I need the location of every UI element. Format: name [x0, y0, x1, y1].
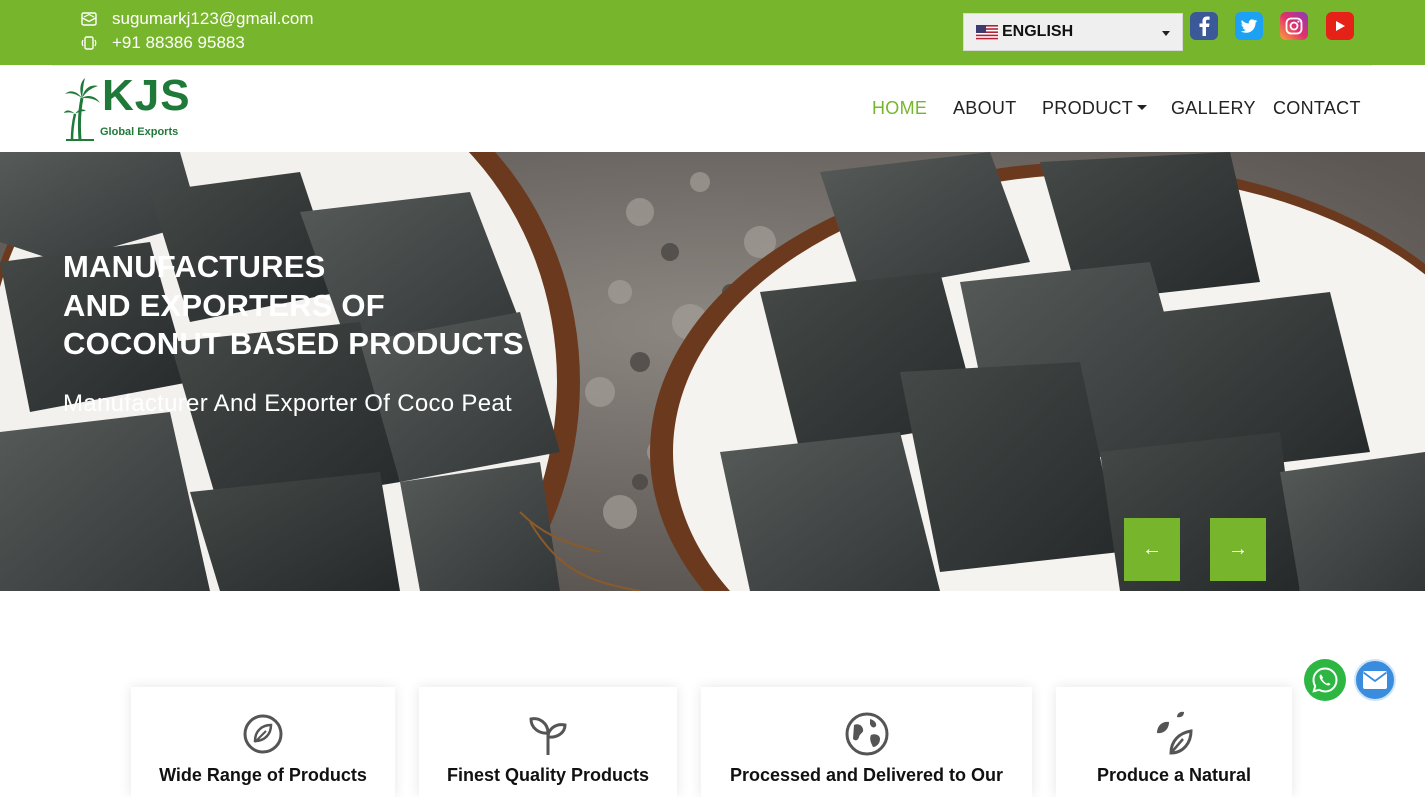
caret-down-icon — [1137, 105, 1148, 110]
hero-subtitle: Manufacturer And Exporter Of Coco Peat — [63, 390, 512, 417]
feature-card[interactable]: Produce a Natural — [1056, 687, 1292, 797]
globe-icon — [845, 712, 888, 756]
envelope-icon — [80, 10, 98, 28]
language-select[interactable]: ENGLISH — [963, 13, 1183, 51]
chevron-down-icon — [1162, 31, 1170, 36]
twitter-icon[interactable] — [1235, 12, 1263, 40]
leaf-icon — [243, 714, 283, 754]
nav-product[interactable]: PRODUCT — [1042, 98, 1148, 119]
arrow-right-icon: → — [1228, 538, 1248, 560]
youtube-icon[interactable] — [1326, 12, 1354, 40]
site-logo[interactable]: KJS Global Exports — [64, 71, 204, 142]
feature-card[interactable]: Processed and Delivered to Our — [701, 687, 1032, 797]
us-flag-icon — [976, 24, 998, 40]
nav-about[interactable]: ABOUT — [953, 98, 1017, 119]
instagram-icon[interactable] — [1280, 12, 1308, 40]
email-text: sugumarkj123@gmail.com — [112, 9, 314, 28]
nav-contact[interactable]: CONTACT — [1273, 98, 1361, 119]
feature-card[interactable]: Wide Range of Products — [131, 687, 395, 797]
language-label: ENGLISH — [1002, 23, 1074, 40]
brand-tagline: Global Exports — [100, 126, 179, 138]
divider — [52, 65, 1372, 66]
hero-title: MANUFACTURES AND EXPORTERS OF COCONUT BA… — [63, 248, 524, 364]
whatsapp-button[interactable] — [1304, 659, 1346, 701]
mail-icon — [1362, 671, 1388, 689]
hero-title-line: AND EXPORTERS OF — [63, 287, 385, 323]
facebook-icon[interactable] — [1190, 12, 1218, 40]
email-float-button[interactable] — [1354, 659, 1396, 701]
nav-home[interactable]: HOME — [872, 98, 927, 119]
phone-text: +91 88386 95883 — [112, 33, 245, 52]
nav-gallery[interactable]: GALLERY — [1171, 98, 1256, 119]
carousel-prev-button[interactable]: ← — [1124, 518, 1180, 581]
feature-card[interactable]: Finest Quality Products — [419, 687, 677, 797]
whatsapp-icon — [1312, 667, 1338, 693]
sprout-icon — [529, 717, 567, 755]
eco-leaves-icon — [1157, 711, 1193, 755]
nav-product-label: PRODUCT — [1042, 98, 1134, 118]
brand-name: KJS — [102, 71, 191, 120]
arrow-left-icon: ← — [1142, 538, 1162, 560]
palm-tree-icon — [64, 78, 100, 141]
hero-title-line: MANUFACTURES — [63, 249, 326, 284]
phone-contact[interactable]: +91 88386 95883 — [80, 33, 245, 53]
hero-title-line: COCONUT BASED PRODUCTS — [63, 326, 524, 361]
phone-icon — [80, 34, 98, 52]
email-contact[interactable]: sugumarkj123@gmail.com — [80, 9, 314, 29]
carousel-next-button[interactable]: → — [1210, 518, 1266, 581]
